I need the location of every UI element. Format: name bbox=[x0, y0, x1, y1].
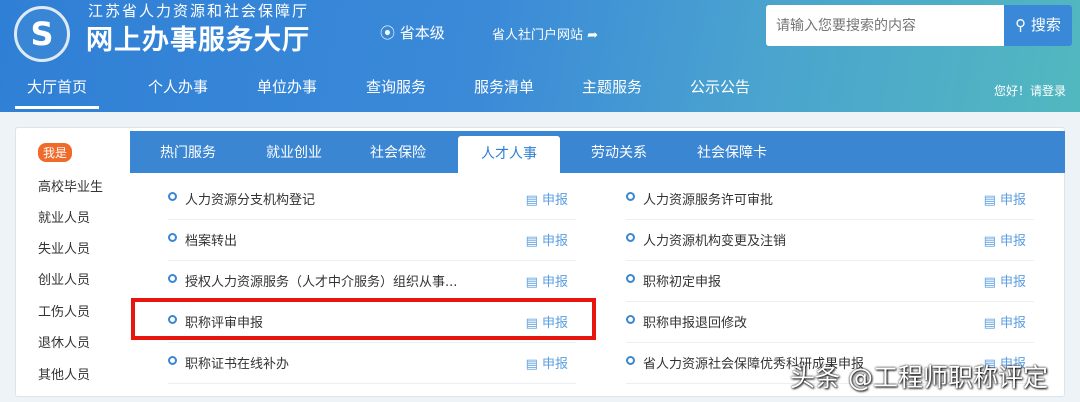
sidebar-badge: 我是 bbox=[38, 143, 73, 162]
sidebar-item[interactable]: 失业人员 bbox=[38, 238, 90, 257]
form-icon: ▤ bbox=[983, 193, 1000, 208]
form-icon: ▤ bbox=[983, 316, 1000, 331]
logo-icon: S bbox=[14, 6, 70, 62]
bullet-icon bbox=[626, 233, 635, 242]
highlight-box bbox=[131, 298, 596, 340]
sidebar-item[interactable]: 就业人员 bbox=[38, 207, 90, 226]
nav-company[interactable]: 单位办事 bbox=[257, 76, 317, 97]
tab-hot[interactable]: 热门服务 bbox=[144, 131, 232, 173]
portal-link[interactable]: 省人社门户网站 ➦ bbox=[492, 24, 598, 43]
service-item[interactable]: 人力资源机构变更及注销 ▤ 申报 bbox=[626, 220, 1034, 261]
service-name[interactable]: 职称申报退回修改 bbox=[643, 312, 747, 331]
search-input[interactable] bbox=[766, 5, 1004, 46]
bullet-icon bbox=[626, 315, 635, 324]
header: S 江苏省人力资源和社会保障厅 网上办事服务大厅 ⦿ 省本级 省人社门户网站 ➦… bbox=[0, 0, 1080, 112]
nav-service-list[interactable]: 服务清单 bbox=[474, 76, 534, 97]
form-icon: ▤ bbox=[525, 193, 542, 208]
bullet-icon bbox=[626, 192, 635, 201]
bullet-icon bbox=[626, 356, 635, 365]
site-title: 网上办事服务大厅 bbox=[86, 25, 310, 56]
service-item[interactable]: 授权人力资源服务（人才中介服务）组织从事... ▤ 申报 bbox=[168, 261, 576, 302]
tab-talent[interactable]: 人才人事 bbox=[458, 136, 560, 173]
nav-home[interactable]: 大厅首页 bbox=[14, 76, 100, 109]
apply-link[interactable]: ▤ 申报 bbox=[526, 189, 568, 208]
nav-topics[interactable]: 主题服务 bbox=[582, 76, 642, 97]
location-selector[interactable]: ⦿ 省本级 bbox=[380, 22, 445, 43]
nav-personal[interactable]: 个人办事 bbox=[148, 76, 208, 97]
form-icon: ▤ bbox=[525, 234, 542, 249]
apply-link[interactable]: ▤ 申报 bbox=[526, 353, 568, 372]
sidebar: 我是 高校毕业生 就业人员 失业人员 创业人员 工伤人员 退休人员 其他人员 bbox=[15, 127, 130, 397]
apply-link[interactable]: ▤ 申报 bbox=[526, 271, 568, 290]
apply-link[interactable]: ▤ 申报 bbox=[984, 271, 1026, 290]
service-item[interactable]: 人力资源分支机构登记 ▤ 申报 bbox=[168, 179, 576, 220]
sidebar-item[interactable]: 其他人员 bbox=[38, 364, 90, 383]
sidebar-item[interactable]: 工伤人员 bbox=[38, 301, 90, 320]
apply-link[interactable]: ▤ 申报 bbox=[984, 189, 1026, 208]
form-icon: ▤ bbox=[983, 275, 1000, 290]
bullet-icon bbox=[168, 274, 177, 283]
apply-link[interactable]: ▤ 申报 bbox=[526, 230, 568, 249]
search-icon: ⚲ bbox=[1015, 16, 1031, 34]
nav-notices[interactable]: 公示公告 bbox=[690, 76, 750, 97]
location-pin-icon: ⦿ bbox=[380, 24, 400, 42]
sidebar-item[interactable]: 高校毕业生 bbox=[38, 176, 103, 195]
service-name[interactable]: 人力资源机构变更及注销 bbox=[643, 230, 786, 249]
service-name[interactable]: 人力资源服务许可审批 bbox=[643, 189, 773, 208]
nav-query[interactable]: 查询服务 bbox=[366, 76, 426, 97]
tab-labor[interactable]: 劳动关系 bbox=[575, 131, 663, 173]
form-icon: ▤ bbox=[983, 234, 1000, 249]
service-name[interactable]: 职称证书在线补办 bbox=[185, 353, 289, 372]
tab-card[interactable]: 社会保障卡 bbox=[682, 131, 782, 173]
apply-link[interactable]: ▤ 申报 bbox=[984, 312, 1026, 331]
share-icon: ➦ bbox=[583, 28, 599, 43]
bullet-icon bbox=[626, 274, 635, 283]
service-name[interactable]: 人力资源分支机构登记 bbox=[185, 189, 315, 208]
login-link[interactable]: 您好！请登录 bbox=[994, 82, 1066, 99]
form-icon: ▤ bbox=[525, 357, 542, 372]
tab-employment[interactable]: 就业创业 bbox=[250, 131, 338, 173]
sidebar-item[interactable]: 创业人员 bbox=[38, 269, 90, 288]
sidebar-item[interactable]: 退休人员 bbox=[38, 332, 90, 351]
bullet-icon bbox=[168, 192, 177, 201]
service-name[interactable]: 档案转出 bbox=[185, 230, 237, 249]
bullet-icon bbox=[168, 356, 177, 365]
bullet-icon bbox=[168, 233, 177, 242]
service-item[interactable]: 职称证书在线补办 ▤ 申报 bbox=[168, 343, 576, 384]
apply-link[interactable]: ▤ 申报 bbox=[984, 230, 1026, 249]
tab-insurance[interactable]: 社会保险 bbox=[354, 131, 442, 173]
service-item[interactable]: 职称申报退回修改 ▤ 申报 bbox=[626, 302, 1034, 343]
watermark: 头条 @工程师职称评定 bbox=[790, 363, 1048, 392]
service-item[interactable]: 人力资源服务许可审批 ▤ 申报 bbox=[626, 179, 1034, 220]
search-button[interactable]: ⚲ 搜索 bbox=[1004, 5, 1072, 46]
service-item[interactable]: 档案转出 ▤ 申报 bbox=[168, 220, 576, 261]
category-tabs: 热门服务 就业创业 社会保险 人才人事 劳动关系 社会保障卡 bbox=[130, 131, 1065, 173]
form-icon: ▤ bbox=[525, 275, 542, 290]
service-name[interactable]: 职称初定申报 bbox=[643, 271, 721, 290]
service-name[interactable]: 授权人力资源服务（人才中介服务）组织从事... bbox=[185, 271, 457, 290]
service-item[interactable]: 职称初定申报 ▤ 申报 bbox=[626, 261, 1034, 302]
